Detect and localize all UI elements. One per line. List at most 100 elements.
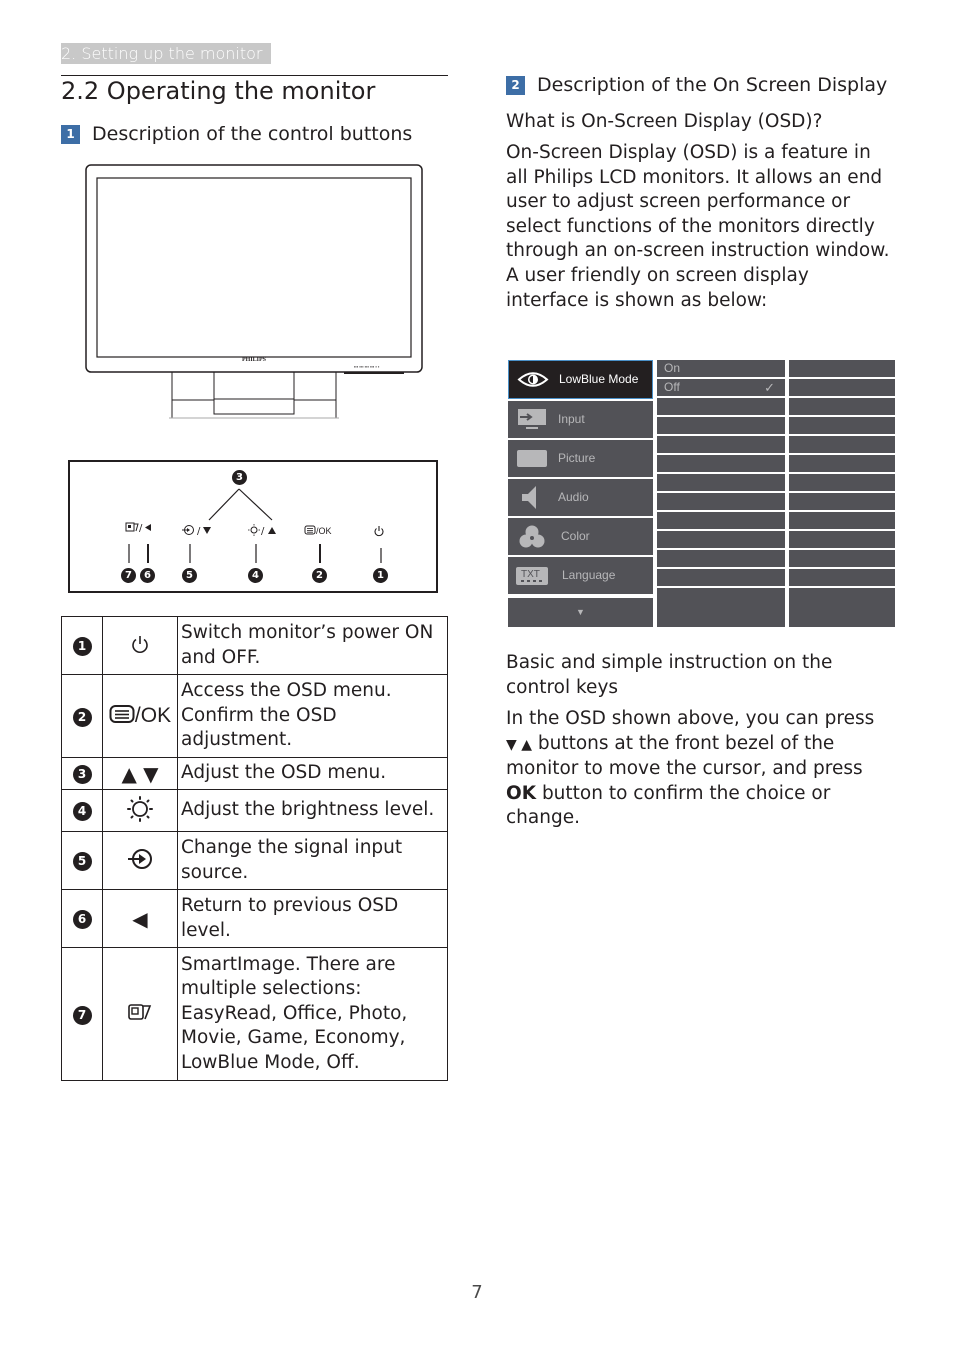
osd-menu-item-audio[interactable]: Audio [508, 479, 653, 516]
power-icon [374, 526, 384, 537]
row-description: SmartImage. There are multiple selection… [177, 947, 448, 1081]
table-row: 1 Switch monitor’s power ON and OFF. [61, 616, 448, 675]
input-down-button-label: / [181, 521, 213, 540]
osd-submenu-row[interactable] [657, 531, 785, 548]
svg-text:▪▪▪ ▪▪▪ ▪▪▪ ▪▪▪ ▪ ▪: ▪▪▪ ▪▪▪ ▪▪▪ ▪▪▪ ▪ ▪ [354, 364, 380, 369]
control-buttons-table: 1 Switch monitor’s power ON and OFF. 2 /… [61, 616, 448, 1081]
osd-value-row [789, 588, 895, 627]
table-row: 5 Change the signal input source. [61, 831, 448, 890]
osd-submenu-row[interactable] [657, 436, 785, 453]
osd-menu-item-lowblue[interactable]: LowBlue Mode [508, 360, 653, 399]
input-down-icon: / [182, 525, 211, 537]
row-description: Adjust the brightness level. [177, 789, 448, 832]
monitor-illustration: ▪▪▪ ▪▪▪ ▪▪▪ ▪▪▪ ▪ ▪ PHILIPS [84, 164, 424, 426]
ok-label: /OK [134, 704, 172, 727]
monitor-brand-logo: PHILIPS [241, 357, 266, 363]
section-2-heading: 2 Description of the On Screen Display [506, 73, 926, 97]
osd-submenu-row[interactable] [657, 474, 785, 491]
section-number-badge: 1 [61, 125, 80, 144]
section-1-title: Description of the control buttons [92, 123, 413, 145]
osd-submenu-row[interactable] [657, 550, 785, 567]
osd-menu-item-input[interactable]: Input [508, 401, 653, 438]
osd-menu-item-picture[interactable]: Picture [508, 440, 653, 477]
osd-scroll-down[interactable]: ▼ [508, 598, 653, 627]
picture-icon [517, 450, 547, 467]
row-number: 4 [72, 802, 92, 821]
section-1-heading: 1 Description of the control buttons [61, 122, 412, 146]
arrow-keys-icon: ▼ ▲ [506, 736, 532, 753]
osd-question: What is On-Screen Display (OSD)? [506, 111, 823, 132]
svg-text:/OK: /OK [316, 526, 332, 536]
row-number: 7 [72, 1005, 92, 1025]
osd-menu-item-language[interactable]: TXT Language [508, 557, 653, 594]
table-row: 4 Adjust the brightness level. [61, 789, 448, 832]
menu-ok-button-label: /OK [304, 521, 340, 540]
breadcrumb: 2. Setting up the monitor [61, 43, 271, 64]
txt-icon: TXT [516, 567, 548, 585]
control-buttons-diagram: 3 / / / /OK 7 6 5 4 2 1 [68, 460, 438, 593]
osd-submenu-option-on[interactable]: On [657, 360, 785, 377]
table-row: 2 /OK Access the OSD menu. Confirm the O… [61, 674, 448, 758]
row-number: 6 [72, 910, 92, 929]
osd-submenu-column: On Off ✓ [657, 360, 785, 627]
power-icon [102, 616, 178, 675]
osd-value-row [789, 512, 895, 529]
osd-submenu-row[interactable] [657, 455, 785, 472]
input-monitor-icon [518, 409, 546, 429]
row-number: 5 [72, 852, 92, 871]
row-number: 3 [72, 765, 92, 784]
osd-value-row [789, 493, 895, 510]
page-number: 7 [471, 1282, 483, 1303]
row-description: Adjust the OSD menu. [177, 757, 448, 790]
back-arrow-icon: ◀ [102, 889, 178, 948]
osd-value-row [789, 379, 895, 396]
eye-icon [517, 372, 549, 387]
svg-text:/: / [139, 523, 143, 533]
osd-value-row [789, 569, 895, 586]
osd-submenu-option-off[interactable]: Off ✓ [657, 379, 785, 396]
osd-value-row [789, 398, 895, 415]
speaker-icon [522, 486, 536, 509]
osd-menu-item-color[interactable]: Color [508, 518, 653, 555]
svg-text:TXT: TXT [521, 569, 540, 580]
row-number: 1 [72, 637, 92, 656]
svg-text:/: / [197, 526, 201, 536]
smartimage-icon: / [125, 522, 151, 534]
osd-value-row [789, 531, 895, 548]
osd-screenshot: LowBlue Mode Input Picture Audio Color T… [508, 360, 895, 627]
up-down-arrows-icon: ▲ ▼ [102, 757, 178, 790]
osd-submenu-row[interactable] [657, 417, 785, 434]
menu-ok-icon: /OK [102, 674, 178, 758]
callout-5: 5 [182, 568, 197, 583]
osd-submenu-row[interactable] [657, 569, 785, 586]
callout-1: 1 [373, 568, 388, 583]
row-description: Access the OSD menu. Confirm the OSD adj… [177, 674, 448, 758]
osd-option-label: On [664, 361, 681, 375]
instruction-heading: Basic and simple instruction on the cont… [506, 652, 833, 698]
instruction-text: In the OSD shown above, you can press ▼ … [506, 708, 875, 829]
smartimage-back-button-label: / [125, 521, 155, 536]
osd-value-row [789, 436, 895, 453]
callout-7: 7 [121, 568, 136, 583]
osd-submenu-row[interactable] [657, 588, 785, 627]
row-description: Change the signal input source. [177, 831, 448, 890]
osd-value-row [789, 474, 895, 491]
osd-value-column [789, 360, 895, 627]
callout-2: 2 [312, 568, 327, 583]
brightness-up-icon: / [248, 524, 276, 537]
table-row: 6 ◀ Return to previous OSD level. [61, 889, 448, 948]
osd-submenu-row[interactable] [657, 512, 785, 529]
osd-value-row [789, 455, 895, 472]
section-number-badge: 2 [506, 76, 525, 95]
osd-submenu-row[interactable] [657, 398, 785, 415]
osd-submenu-row[interactable] [657, 493, 785, 510]
brightness-icon [102, 789, 178, 832]
smartimage-icon [102, 947, 178, 1081]
osd-value-row [789, 550, 895, 567]
osd-value-row [789, 417, 895, 434]
table-row: 3 ▲ ▼ Adjust the OSD menu. [61, 757, 448, 790]
row-description: Switch monitor’s power ON and OFF. [177, 616, 448, 675]
page-title: 2.2 Operating the monitor [61, 77, 376, 105]
osd-description: On-Screen Display (OSD) is a feature in … [506, 142, 890, 311]
osd-option-label: Off [664, 380, 680, 394]
